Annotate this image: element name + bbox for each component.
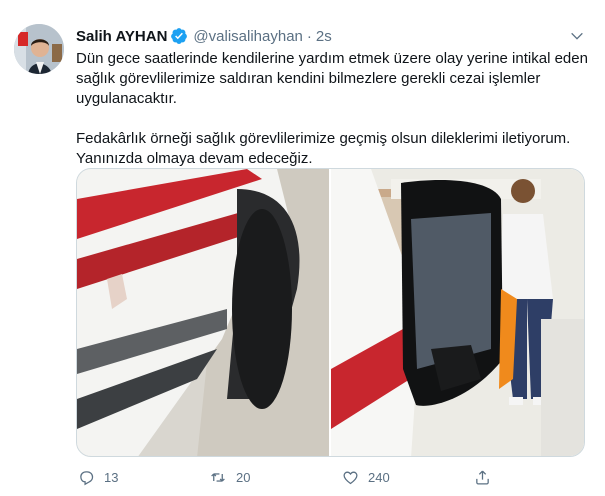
tweet-actions: 13 20 240 [76, 466, 596, 488]
media-photo-ambulance[interactable] [77, 169, 329, 456]
share-button[interactable] [472, 467, 500, 487]
verified-badge-icon [170, 27, 188, 45]
separator-dot: · [306, 27, 312, 45]
avatar[interactable] [14, 24, 64, 74]
tweet-text-paragraph: Fedakârlık örneği sağlık görevlilerimize… [76, 130, 571, 167]
chevron-down-icon[interactable] [567, 26, 587, 46]
reply-icon [76, 467, 96, 487]
tweet-time[interactable]: 2s [316, 28, 332, 45]
author-name[interactable]: Salih AYHAN [76, 28, 167, 45]
tweet-header: Salih AYHAN @valisalihayhan · 2s [76, 26, 589, 46]
reply-button[interactable]: 13 [76, 467, 208, 487]
author-handle[interactable]: @valisalihayhan [193, 28, 302, 45]
tweet-text-paragraph: Dün gece saatlerinde kendilerine yardım … [76, 50, 588, 107]
share-icon [472, 467, 492, 487]
like-button[interactable]: 240 [340, 467, 472, 487]
retweet-button[interactable]: 20 [208, 467, 340, 487]
tweet-text: Dün gece saatlerinde kendilerine yardım … [76, 49, 596, 169]
tweet-media [76, 168, 585, 457]
like-count: 240 [368, 469, 390, 485]
retweet-count: 20 [236, 469, 251, 485]
retweet-icon [208, 467, 228, 487]
tweet[interactable]: Salih AYHAN @valisalihayhan · 2s Dün gec… [0, 0, 605, 496]
heart-icon [340, 467, 360, 487]
reply-count: 13 [104, 469, 119, 485]
media-photo-mirror[interactable] [331, 169, 584, 456]
